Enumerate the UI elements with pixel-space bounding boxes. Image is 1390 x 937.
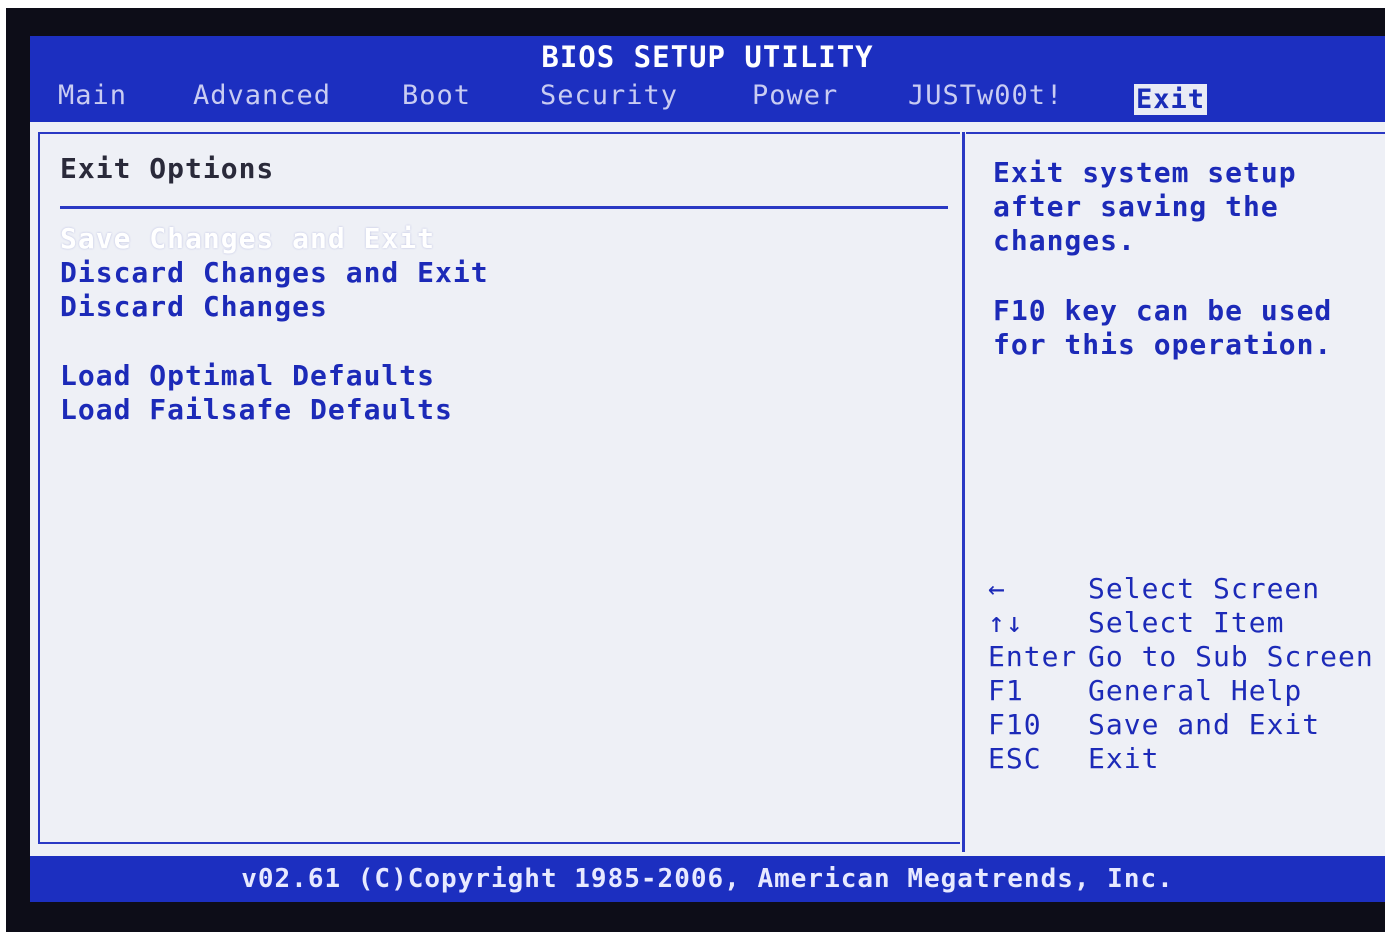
help-text-line: changes. xyxy=(993,224,1136,257)
key-action: Exit xyxy=(1088,742,1160,775)
option-discard-changes[interactable]: Discard Changes xyxy=(60,290,328,323)
key-legend-select-item: ↑↓ Select Item xyxy=(988,606,1284,639)
help-text-line: Exit system setup xyxy=(993,156,1297,189)
key-action: Select Screen xyxy=(1088,572,1321,605)
key-legend-f10: F10 Save and Exit xyxy=(988,708,1320,741)
key-legend-f1: F1 General Help xyxy=(988,674,1302,707)
key-legend-select-screen: ← Select Screen xyxy=(988,572,1320,605)
tab-power[interactable]: Power xyxy=(752,80,838,111)
key-name: F1 xyxy=(988,674,1024,707)
help-text-line: after saving the xyxy=(993,190,1279,223)
help-text-line: for this operation. xyxy=(993,328,1333,361)
content-area: Exit Options Save Changes and Exit Disca… xyxy=(30,122,1385,856)
title-bar: BIOS SETUP UTILITY xyxy=(30,36,1385,82)
section-divider xyxy=(60,206,948,209)
tab-main[interactable]: Main xyxy=(58,80,127,111)
tab-justw00t[interactable]: JUSTw00t! xyxy=(908,80,1063,111)
up-down-arrow-icon: ↑↓ xyxy=(988,606,1024,639)
bios-screen: BIOS SETUP UTILITY Main Advanced Boot Se… xyxy=(6,8,1385,932)
key-action: General Help xyxy=(1088,674,1303,707)
key-name: Enter xyxy=(988,640,1078,673)
option-save-changes-and-exit[interactable]: Save Changes and Exit xyxy=(60,222,435,255)
section-title: Exit Options xyxy=(60,152,275,185)
panel-divider xyxy=(962,132,965,852)
tab-security[interactable]: Security xyxy=(540,80,678,111)
tab-exit[interactable]: Exit xyxy=(1134,84,1208,115)
key-name: F10 xyxy=(988,708,1042,741)
key-action: Save and Exit xyxy=(1088,708,1321,741)
footer-bar: v02.61 (C)Copyright 1985-2006, American … xyxy=(30,856,1385,902)
left-arrow-icon: ← xyxy=(988,572,1006,605)
option-load-optimal-defaults[interactable]: Load Optimal Defaults xyxy=(60,359,435,392)
options-panel: Exit Options Save Changes and Exit Disca… xyxy=(38,132,960,844)
key-legend-enter: Enter Go to Sub Screen xyxy=(988,640,1374,673)
option-load-failsafe-defaults[interactable]: Load Failsafe Defaults xyxy=(60,393,453,426)
copyright-text: v02.61 (C)Copyright 1985-2006, American … xyxy=(241,864,1174,894)
key-action: Go to Sub Screen xyxy=(1088,640,1374,673)
help-text-line: F10 key can be used xyxy=(993,294,1333,327)
help-panel: Exit system setup after saving the chang… xyxy=(966,132,1385,842)
menu-bar: Main Advanced Boot Security Power JUSTw0… xyxy=(30,78,1385,122)
key-legend-esc: ESC Exit xyxy=(988,742,1159,775)
key-action: Select Item xyxy=(1088,606,1285,639)
tab-advanced[interactable]: Advanced xyxy=(193,80,331,111)
tab-boot[interactable]: Boot xyxy=(402,80,471,111)
key-name: ESC xyxy=(988,742,1042,775)
bios-title: BIOS SETUP UTILITY xyxy=(541,40,874,74)
option-discard-changes-and-exit[interactable]: Discard Changes and Exit xyxy=(60,256,489,289)
